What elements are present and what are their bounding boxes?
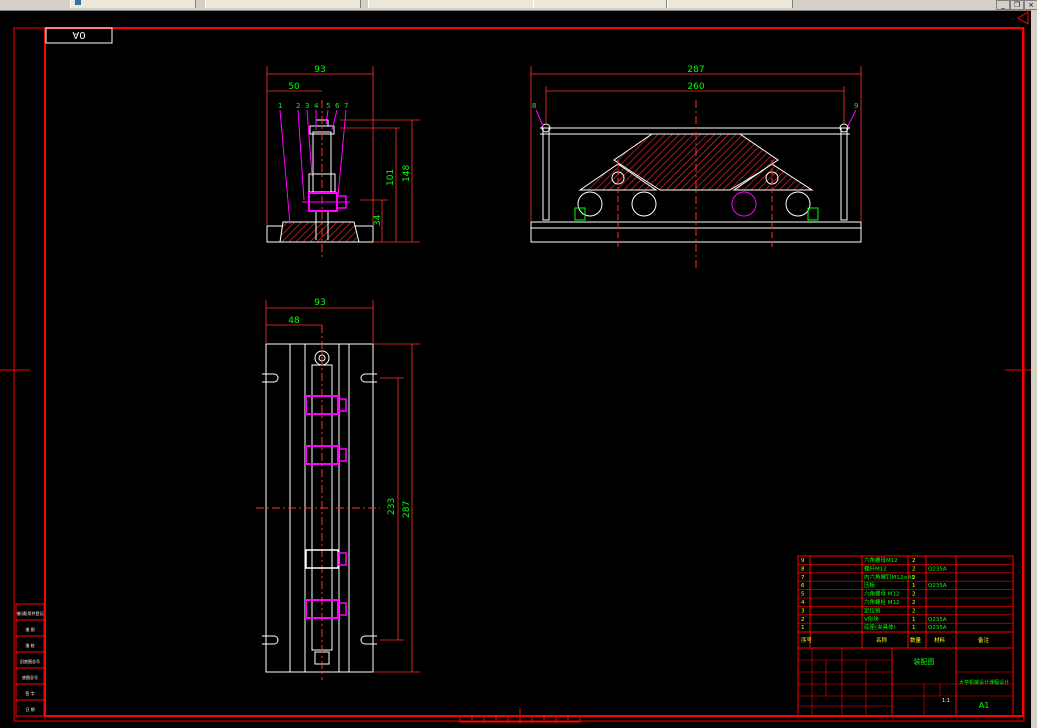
bom-row-no: 8 — [801, 566, 805, 572]
bom-row-qty: 2 — [912, 566, 916, 572]
left-strip-3: 描 校 — [25, 642, 34, 648]
bom-header-no: 序号 — [801, 636, 813, 644]
plan-dim-width: 93 — [314, 298, 325, 308]
bom-row-name: 六角螺母M12 — [864, 556, 898, 564]
bom-row-no: 5 — [801, 592, 805, 598]
bom-row-name: 底座(夹具体) — [864, 623, 896, 631]
bom-row-material: Q235A — [928, 566, 947, 572]
plan-dim-slot: 233 — [387, 498, 397, 515]
bom-row-qty: 1 — [912, 617, 916, 623]
left-strip-7: 日 期 — [25, 706, 34, 712]
bill-of-materials — [797, 555, 1014, 649]
bom-row-material: Q235A — [928, 625, 947, 631]
left-strip-1: 借(通)用件登记 — [16, 610, 43, 616]
bom-row-name: 六角螺栓 M12 — [864, 598, 900, 606]
plan-dim-offset: 48 — [288, 316, 300, 326]
bom-row-no: 3 — [801, 608, 805, 614]
bom-row-qty: 2 — [912, 592, 916, 598]
front-dim-inner: 260 — [687, 82, 704, 92]
plan-dim-length: 287 — [402, 501, 412, 518]
bom-row-no: 2 — [801, 617, 805, 623]
orientation-mark-icon — [1017, 11, 1029, 25]
side-dim-height: 148 — [402, 165, 412, 182]
part-number-7: 7 — [344, 102, 348, 110]
part-number-1: 1 — [278, 102, 282, 110]
front-view — [530, 66, 862, 268]
drawing-scale: 1:1 — [942, 698, 950, 704]
bom-row-material: Q235A — [928, 583, 947, 589]
side-dim-width: 93 — [314, 65, 325, 75]
side-view — [266, 66, 420, 258]
part-number-5: 5 — [326, 102, 330, 110]
part-number-3: 3 — [305, 102, 309, 110]
bom-row-no: 4 — [801, 600, 805, 606]
bom-row-no: 9 — [801, 558, 805, 564]
bom-row-name: 压板 — [864, 581, 876, 589]
bom-rows: 9 六角螺母M12 2 8 螺杆M12 2 Q235A 7 内六角螺钉M12×4… — [801, 556, 990, 644]
sheet-tag: 0A — [72, 29, 85, 40]
sheet-size: A1 — [979, 701, 990, 710]
bom-row-no: 6 — [801, 583, 805, 589]
bom-row-no: 1 — [801, 625, 805, 631]
bom-row-qty: 1 — [912, 625, 916, 631]
bom-row-no: 7 — [801, 575, 805, 581]
bom-row-qty: 2 — [912, 600, 916, 606]
bom-header-material: 材料 — [934, 636, 946, 644]
left-strip-6: 签 字 — [25, 690, 34, 696]
side-base-hatch — [279, 221, 360, 243]
bom-header-note: 备注 — [978, 636, 990, 644]
left-strip-2: 描 图 — [25, 626, 34, 632]
part-number-6: 6 — [335, 102, 340, 110]
vertical-scrollbar[interactable] — [1031, 10, 1037, 728]
side-dim-upper: 101 — [386, 169, 396, 186]
cad-canvas[interactable]: 0A 93 50 1 2 3 4 5 6 7 148 101 34 287 26… — [0, 0, 1031, 728]
leader-1 — [279, 109, 291, 225]
part-number-2: 2 — [296, 102, 300, 110]
balloon-9: 9 — [854, 102, 858, 110]
bom-row-material: Q235A — [928, 617, 947, 623]
bom-row-name: 定位销 — [864, 606, 881, 614]
part-number-4: 4 — [314, 102, 319, 110]
school-name: 大学机械设计课程设计 — [959, 679, 1009, 686]
side-dim-lower: 34 — [373, 214, 383, 226]
bom-row-qty: 2 — [912, 558, 916, 564]
left-strip-4: 旧底图总号 — [20, 658, 40, 664]
bom-row-qty: 2 — [912, 608, 916, 614]
bom-header-name: 名称 — [876, 636, 888, 644]
drawing-name: 装配图 — [914, 657, 935, 666]
bom-row-name: V形块 — [864, 615, 879, 623]
bom-row-name: 螺杆M12 — [864, 564, 887, 572]
bom-header-qty: 数量 — [910, 636, 922, 644]
bom-row-qty: 1 — [912, 583, 916, 589]
front-dim-overall: 287 — [687, 65, 704, 75]
bom-row-name: 内六角螺钉M12×45 — [864, 573, 915, 581]
side-dim-offset: 50 — [288, 82, 300, 92]
plan-view — [256, 300, 420, 680]
bom-row-qty: 2 — [912, 575, 916, 581]
balloon-8: 8 — [532, 102, 536, 110]
left-strip-5: 底图总号 — [22, 674, 38, 680]
bom-row-name: 六角螺母 M12 — [864, 590, 900, 598]
